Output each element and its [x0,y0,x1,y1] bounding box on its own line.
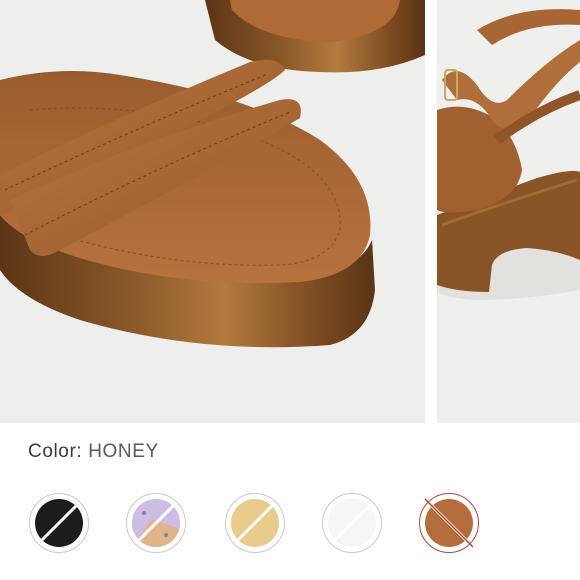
swatch-black[interactable] [29,493,89,553]
selected-color-name: HONEY [88,441,159,462]
product-photo-main[interactable] [0,0,425,423]
swatch-white-image [328,499,376,547]
swatch-cream-image [231,499,279,547]
product-image-gallery [0,0,580,423]
product-photo-side[interactable] [437,0,580,423]
swatch-black-image [35,499,83,547]
swatch-white[interactable] [322,493,382,553]
swatch-cream[interactable] [225,493,285,553]
unavailable-slash-icon [424,498,474,548]
swatch-honey[interactable] [419,493,479,553]
swatch-lavender-print[interactable] [126,493,186,553]
color-label: Color: HONEY [28,441,159,463]
color-label-key: Color: [28,441,83,462]
swatch-lavender-print-image [132,499,180,547]
